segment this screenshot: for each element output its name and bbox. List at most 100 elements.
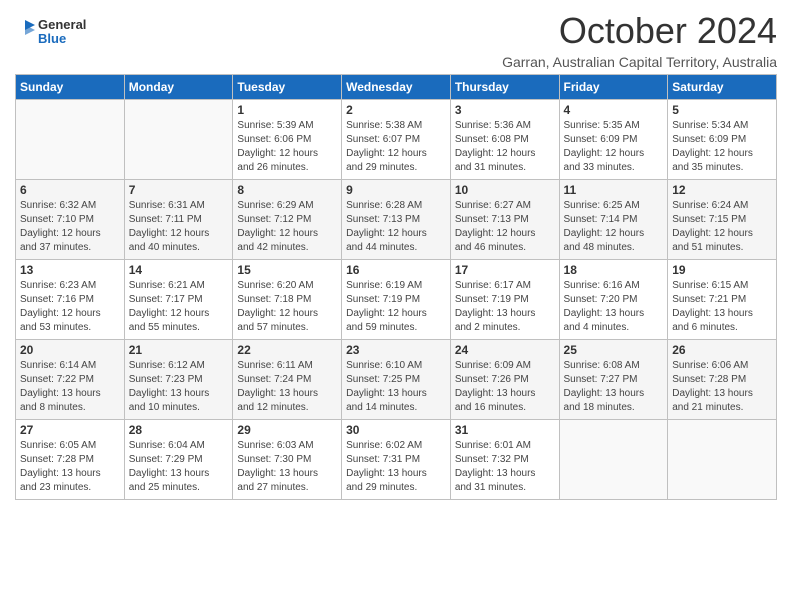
day-number: 1	[237, 103, 337, 117]
calendar-cell: 7Sunrise: 6:31 AM Sunset: 7:11 PM Daylig…	[124, 180, 233, 260]
week-row-3: 13 Sunrise: 6:23 AM Sunset: 7:16 PM Dayli…	[16, 260, 777, 340]
calendar-cell: 10Sunrise: 6:27 AM Sunset: 7:13 PM Dayli…	[450, 180, 559, 260]
week-row-1: 1 Sunrise: 5:39 AM Sunset: 6:06 PM Daylig…	[16, 100, 777, 180]
day-number: 25	[564, 343, 664, 357]
calendar-cell: 11Sunrise: 6:25 AM Sunset: 7:14 PM Dayli…	[559, 180, 668, 260]
calendar-cell: 20 Sunrise: 6:14 AM Sunset: 7:22 PM Dayli…	[16, 340, 125, 420]
logo-text: General Blue	[38, 18, 86, 47]
day-info: Sunrise: 6:03 AM Sunset: 7:30 PM Dayligh…	[237, 439, 337, 495]
day-number: 12	[672, 183, 772, 197]
calendar-cell: 19 Sunrise: 6:15 AM Sunset: 7:21 PM Dayli…	[668, 260, 777, 340]
day-number: 8	[237, 183, 337, 197]
day-number: 9	[346, 183, 446, 197]
header-cell-friday: Friday	[559, 75, 668, 100]
day-info: Sunrise: 6:06 AM Sunset: 7:28 PM Dayligh…	[672, 359, 772, 415]
day-number: 15	[237, 263, 337, 277]
week-row-2: 6 Sunrise: 6:32 AM Sunset: 7:10 PM Daylig…	[16, 180, 777, 260]
week-row-5: 27Sunrise: 6:05 AM Sunset: 7:28 PM Dayli…	[16, 420, 777, 500]
day-number: 26	[672, 343, 772, 357]
calendar-cell: 27Sunrise: 6:05 AM Sunset: 7:28 PM Dayli…	[16, 420, 125, 500]
day-number: 19	[672, 263, 772, 277]
day-info: Sunrise: 6:05 AM Sunset: 7:28 PM Dayligh…	[20, 439, 120, 495]
day-info: Sunrise: 5:39 AM Sunset: 6:06 PM Dayligh…	[237, 119, 337, 175]
day-info: Sunrise: 6:16 AM Sunset: 7:20 PM Dayligh…	[564, 279, 664, 335]
day-number: 2	[346, 103, 446, 117]
calendar-cell: 21 Sunrise: 6:12 AM Sunset: 7:23 PM Dayli…	[124, 340, 233, 420]
header-cell-sunday: Sunday	[16, 75, 125, 100]
subtitle: Garran, Australian Capital Territory, Au…	[502, 54, 777, 70]
logo-blue: Blue	[38, 32, 86, 46]
day-number: 7	[129, 183, 229, 197]
day-info: Sunrise: 6:01 AM Sunset: 7:32 PM Dayligh…	[455, 439, 555, 495]
day-info: Sunrise: 5:36 AM Sunset: 6:08 PM Dayligh…	[455, 119, 555, 175]
calendar-cell: 17Sunrise: 6:17 AM Sunset: 7:19 PM Dayli…	[450, 260, 559, 340]
day-number: 18	[564, 263, 664, 277]
day-number: 23	[346, 343, 446, 357]
day-number: 3	[455, 103, 555, 117]
day-info: Sunrise: 6:10 AM Sunset: 7:25 PM Dayligh…	[346, 359, 446, 415]
logo-general: General	[38, 18, 86, 32]
day-number: 4	[564, 103, 664, 117]
week-row-4: 20 Sunrise: 6:14 AM Sunset: 7:22 PM Dayli…	[16, 340, 777, 420]
calendar-cell: 6 Sunrise: 6:32 AM Sunset: 7:10 PM Daylig…	[16, 180, 125, 260]
day-number: 21	[129, 343, 229, 357]
day-info: Sunrise: 6:32 AM Sunset: 7:10 PM Dayligh…	[20, 199, 120, 255]
day-number: 11	[564, 183, 664, 197]
day-info: Sunrise: 6:20 AM Sunset: 7:18 PM Dayligh…	[237, 279, 337, 335]
calendar-cell: 14 Sunrise: 6:21 AM Sunset: 7:17 PM Dayli…	[124, 260, 233, 340]
day-info: Sunrise: 6:17 AM Sunset: 7:19 PM Dayligh…	[455, 279, 555, 335]
logo: General Blue	[15, 18, 86, 47]
day-info: Sunrise: 6:04 AM Sunset: 7:29 PM Dayligh…	[129, 439, 229, 495]
day-number: 29	[237, 423, 337, 437]
calendar-cell: 8 Sunrise: 6:29 AM Sunset: 7:12 PM Daylig…	[233, 180, 342, 260]
day-number: 13	[20, 263, 120, 277]
calendar-cell: 13 Sunrise: 6:23 AM Sunset: 7:16 PM Dayli…	[16, 260, 125, 340]
calendar-cell: 24Sunrise: 6:09 AM Sunset: 7:26 PM Dayli…	[450, 340, 559, 420]
calendar-cell	[559, 420, 668, 500]
day-number: 31	[455, 423, 555, 437]
day-info: Sunrise: 6:19 AM Sunset: 7:19 PM Dayligh…	[346, 279, 446, 335]
logo-container: General Blue	[15, 18, 86, 47]
day-info: Sunrise: 6:12 AM Sunset: 7:23 PM Dayligh…	[129, 359, 229, 415]
day-info: Sunrise: 6:11 AM Sunset: 7:24 PM Dayligh…	[237, 359, 337, 415]
logo-flag-icon	[15, 20, 35, 44]
day-info: Sunrise: 6:14 AM Sunset: 7:22 PM Dayligh…	[20, 359, 120, 415]
day-number: 5	[672, 103, 772, 117]
day-number: 28	[129, 423, 229, 437]
day-number: 30	[346, 423, 446, 437]
month-title: October 2024	[502, 10, 777, 52]
day-number: 16	[346, 263, 446, 277]
page-header: General Blue October 2024 Garran, Austra…	[15, 10, 777, 70]
calendar-cell: 16 Sunrise: 6:19 AM Sunset: 7:19 PM Dayli…	[342, 260, 451, 340]
day-number: 6	[20, 183, 120, 197]
calendar-cell: 30 Sunrise: 6:02 AM Sunset: 7:31 PM Dayli…	[342, 420, 451, 500]
calendar-cell: 23 Sunrise: 6:10 AM Sunset: 7:25 PM Dayli…	[342, 340, 451, 420]
header-cell-wednesday: Wednesday	[342, 75, 451, 100]
calendar-cell: 3 Sunrise: 5:36 AM Sunset: 6:08 PM Daylig…	[450, 100, 559, 180]
calendar-cell: 25Sunrise: 6:08 AM Sunset: 7:27 PM Dayli…	[559, 340, 668, 420]
day-info: Sunrise: 6:23 AM Sunset: 7:16 PM Dayligh…	[20, 279, 120, 335]
day-info: Sunrise: 6:28 AM Sunset: 7:13 PM Dayligh…	[346, 199, 446, 255]
calendar-table: SundayMondayTuesdayWednesdayThursdayFrid…	[15, 74, 777, 500]
day-info: Sunrise: 5:35 AM Sunset: 6:09 PM Dayligh…	[564, 119, 664, 175]
day-number: 10	[455, 183, 555, 197]
day-info: Sunrise: 5:34 AM Sunset: 6:09 PM Dayligh…	[672, 119, 772, 175]
day-number: 14	[129, 263, 229, 277]
calendar-cell: 5 Sunrise: 5:34 AM Sunset: 6:09 PM Daylig…	[668, 100, 777, 180]
header-cell-saturday: Saturday	[668, 75, 777, 100]
title-section: October 2024 Garran, Australian Capital …	[502, 10, 777, 70]
day-number: 20	[20, 343, 120, 357]
day-number: 24	[455, 343, 555, 357]
day-info: Sunrise: 5:38 AM Sunset: 6:07 PM Dayligh…	[346, 119, 446, 175]
header-cell-monday: Monday	[124, 75, 233, 100]
day-info: Sunrise: 6:15 AM Sunset: 7:21 PM Dayligh…	[672, 279, 772, 335]
day-info: Sunrise: 6:29 AM Sunset: 7:12 PM Dayligh…	[237, 199, 337, 255]
header-row: SundayMondayTuesdayWednesdayThursdayFrid…	[16, 75, 777, 100]
calendar-cell: 15 Sunrise: 6:20 AM Sunset: 7:18 PM Dayli…	[233, 260, 342, 340]
day-info: Sunrise: 6:24 AM Sunset: 7:15 PM Dayligh…	[672, 199, 772, 255]
calendar-body: 1 Sunrise: 5:39 AM Sunset: 6:06 PM Daylig…	[16, 100, 777, 500]
day-info: Sunrise: 6:02 AM Sunset: 7:31 PM Dayligh…	[346, 439, 446, 495]
calendar-cell: 29 Sunrise: 6:03 AM Sunset: 7:30 PM Dayli…	[233, 420, 342, 500]
day-info: Sunrise: 6:21 AM Sunset: 7:17 PM Dayligh…	[129, 279, 229, 335]
header-cell-thursday: Thursday	[450, 75, 559, 100]
